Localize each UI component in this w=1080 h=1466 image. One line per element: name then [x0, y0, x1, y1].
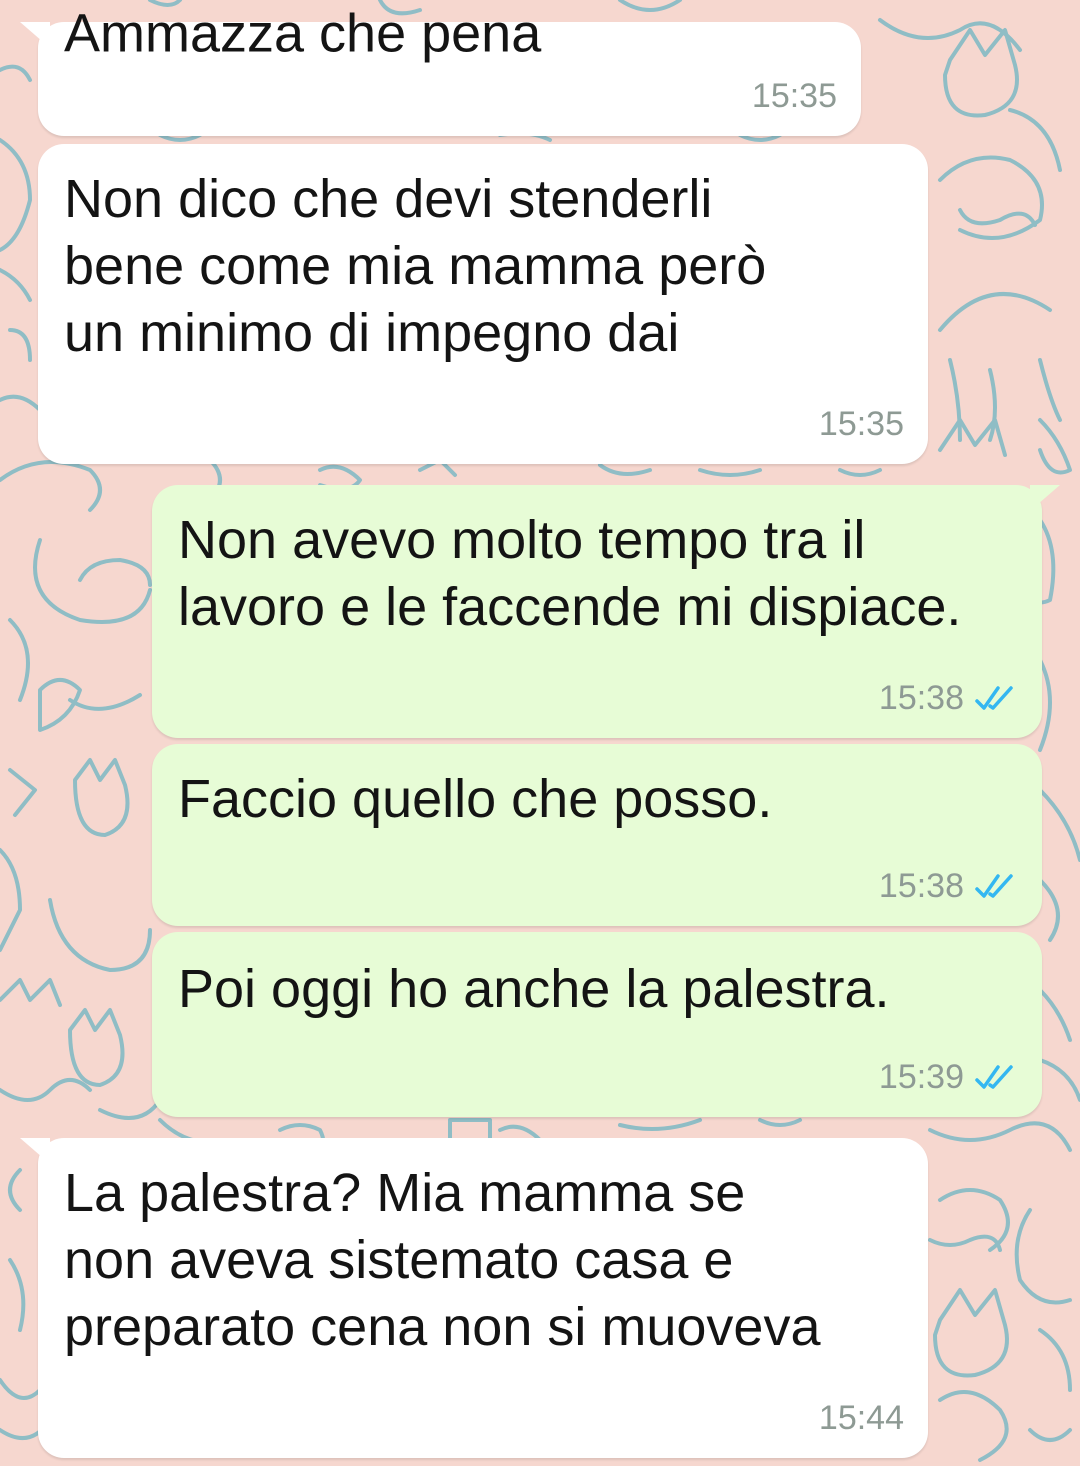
message-bubble-outgoing[interactable]: Non avevo molto tempo tra il lavoro e le… — [152, 485, 1060, 738]
bubble-tail — [1030, 485, 1060, 511]
bubble-tail — [20, 1138, 50, 1164]
chat-background: Ammazza che pena 15:35 Non dico che devi… — [0, 0, 1080, 1466]
message-meta: 15:44 — [819, 1398, 904, 1438]
message-text: Ammazza che pena — [64, 3, 542, 64]
message-text: Poi oggi ho anche la palestra. — [178, 959, 890, 1019]
message-meta: 15:39 — [879, 1057, 1018, 1097]
message-time: 15:38 — [878, 679, 964, 717]
double-check-read-icon — [975, 874, 1013, 898]
message-bubble-incoming[interactable]: Ammazza che pena 15:35 — [20, 4, 861, 136]
message-meta: 15:38 — [879, 866, 1018, 906]
message-bubble-outgoing[interactable]: Poi oggi ho anche la palestra. 15:39 — [152, 932, 1042, 1117]
message-text: La palestra? Mia mamma se non aveva sist… — [64, 1163, 821, 1357]
message-bubble-incoming[interactable]: Non dico che devi stenderli bene come mi… — [38, 144, 928, 464]
message-meta: 15:35 — [819, 404, 904, 444]
double-check-read-icon — [975, 686, 1013, 710]
message-time: 15:38 — [878, 867, 964, 905]
bubble-tail — [20, 22, 50, 48]
message-meta: 15:38 — [879, 678, 1018, 718]
message-time: 15:35 — [751, 77, 837, 115]
message-time: 15:44 — [818, 1399, 904, 1437]
message-bubble-outgoing[interactable]: Faccio quello che posso. 15:38 — [152, 744, 1042, 926]
message-bubble-incoming[interactable]: La palestra? Mia mamma se non aveva sist… — [20, 1138, 928, 1458]
message-text: Faccio quello che posso. — [178, 769, 773, 829]
message-text: Non dico che devi stenderli bene come mi… — [64, 169, 767, 363]
message-meta: 15:35 — [752, 76, 837, 116]
message-time: 15:39 — [878, 1058, 964, 1096]
double-check-read-icon — [975, 1065, 1013, 1089]
message-time: 15:35 — [818, 405, 904, 443]
message-text: Non avevo molto tempo tra il lavoro e le… — [178, 510, 962, 637]
